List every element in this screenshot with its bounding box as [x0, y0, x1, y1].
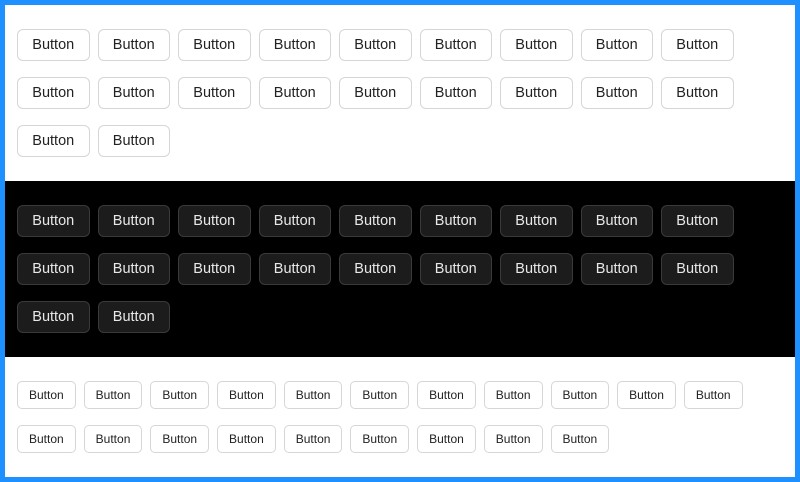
light-button-9[interactable]: Button [661, 29, 734, 61]
small-button-2[interactable]: Button [83, 381, 143, 409]
dark-button-section: Button Button Button Button Button Button Butt… [5, 181, 795, 357]
small-button-17[interactable]: Button [350, 425, 410, 453]
dark-button-2[interactable]: Button [97, 205, 170, 237]
light-button-3[interactable]: Button [178, 29, 251, 61]
light-button-14[interactable]: Button [339, 77, 412, 109]
small-button-19[interactable]: Button [483, 425, 543, 453]
light-button-section: Button Button Button Button Button Button Butt… [5, 5, 795, 181]
dark-button-7[interactable]: Button [500, 205, 573, 237]
dark-button-4[interactable]: Button [258, 205, 331, 237]
dark-button-17[interactable]: Button [580, 253, 653, 285]
dark-button-3[interactable]: Button [178, 205, 251, 237]
small-button-1[interactable]: Button [17, 381, 76, 409]
light-button-1[interactable]: Button [17, 29, 90, 61]
small-button-9[interactable]: Button [550, 381, 610, 409]
light-button-10[interactable]: Button [17, 77, 90, 109]
dark-button-9[interactable]: Button [661, 205, 734, 237]
light-button-8[interactable]: Button [580, 29, 653, 61]
small-button-7[interactable]: Button [417, 381, 476, 409]
small-button-16[interactable]: Button [283, 425, 343, 453]
small-button-section: Button Button Button Button Button Button Butt… [5, 357, 795, 477]
light-button-2[interactable]: Button [97, 29, 170, 61]
button-showcase-frame: Button Button Button Button Button Button Butt… [0, 0, 800, 482]
small-button-15[interactable]: Button [217, 425, 276, 453]
dark-button-16[interactable]: Button [500, 253, 573, 285]
light-button-13[interactable]: Button [258, 77, 331, 109]
small-button-18[interactable]: Button [417, 425, 476, 453]
light-button-18[interactable]: Button [661, 77, 734, 109]
small-button-4[interactable]: Button [217, 381, 276, 409]
dark-button-10[interactable]: Button [17, 253, 90, 285]
dark-button-20[interactable]: Button [97, 301, 170, 333]
dark-button-13[interactable]: Button [258, 253, 331, 285]
small-button-13[interactable]: Button [83, 425, 143, 453]
dark-button-11[interactable]: Button [97, 253, 170, 285]
dark-button-5[interactable]: Button [339, 205, 412, 237]
light-button-grid: Button Button Button Button Button Button Butt… [17, 29, 757, 173]
light-button-4[interactable]: Button [258, 29, 331, 61]
light-button-11[interactable]: Button [97, 77, 170, 109]
light-button-20[interactable]: Button [97, 125, 170, 157]
dark-button-19[interactable]: Button [17, 301, 90, 333]
light-button-6[interactable]: Button [419, 29, 492, 61]
light-button-15[interactable]: Button [419, 77, 492, 109]
dark-button-15[interactable]: Button [419, 253, 492, 285]
small-button-20[interactable]: Button [550, 425, 610, 453]
dark-button-8[interactable]: Button [580, 205, 653, 237]
light-button-16[interactable]: Button [500, 77, 573, 109]
small-button-3[interactable]: Button [150, 381, 210, 409]
small-button-14[interactable]: Button [150, 425, 210, 453]
light-button-5[interactable]: Button [339, 29, 412, 61]
dark-button-6[interactable]: Button [419, 205, 492, 237]
dark-button-14[interactable]: Button [339, 253, 412, 285]
small-button-6[interactable]: Button [350, 381, 410, 409]
small-button-8[interactable]: Button [483, 381, 543, 409]
dark-button-12[interactable]: Button [178, 253, 251, 285]
light-button-12[interactable]: Button [178, 77, 251, 109]
light-button-19[interactable]: Button [17, 125, 90, 157]
small-button-11[interactable]: Button [683, 381, 743, 409]
small-button-10[interactable]: Button [617, 381, 676, 409]
dark-button-1[interactable]: Button [17, 205, 90, 237]
dark-button-grid: Button Button Button Button Button Button Butt… [17, 205, 757, 349]
light-button-7[interactable]: Button [500, 29, 573, 61]
dark-button-18[interactable]: Button [661, 253, 734, 285]
light-button-17[interactable]: Button [580, 77, 653, 109]
small-button-5[interactable]: Button [283, 381, 343, 409]
small-button-grid: Button Button Button Button Button Button Butt… [17, 381, 757, 469]
small-button-12[interactable]: Button [17, 425, 76, 453]
